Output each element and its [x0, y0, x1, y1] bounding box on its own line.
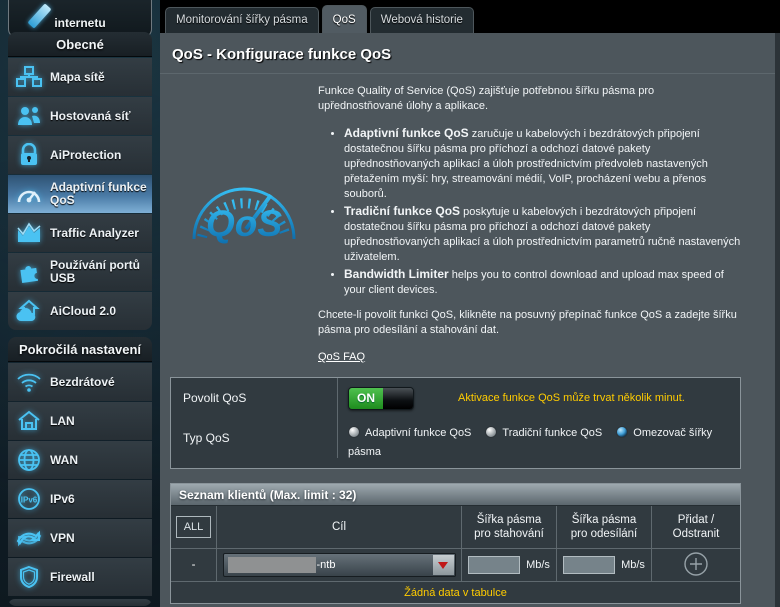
usb-puzzle-icon	[8, 260, 50, 284]
column-header-target: Cíl	[216, 506, 461, 548]
redacted-client-name	[227, 557, 316, 573]
bullet-adaptive-qos: Adaptivní funkce QoS zaručuje u kabelový…	[344, 126, 741, 202]
intro-paragraph-1: Funkce Quality of Service (QoS) zajišťuj…	[318, 85, 655, 112]
sidebar-item-label: Hostovaná síť	[50, 108, 131, 123]
sidebar-item-label: Mapa sítě	[50, 69, 105, 84]
sidebar-item-lan[interactable]: LAN	[8, 402, 152, 440]
enable-qos-label: Povolit QoS	[171, 378, 338, 418]
client-list-table: Seznam klientů (Max. limit : 32) ALL Cíl…	[170, 483, 741, 604]
sidebar-item-label: IPv6	[50, 491, 75, 506]
sidebar-section-general: Obecné Mapa sítě Hostovaná síť AiProtect…	[8, 32, 152, 330]
sidebar-item-label: Používání portů USB	[50, 258, 140, 285]
vpn-icon	[8, 527, 50, 549]
sidebar-item-firewall[interactable]: Firewall	[8, 558, 152, 596]
qos-logo: QoS	[170, 84, 318, 365]
sidebar-item-wireless[interactable]: Bezdrátové	[8, 363, 152, 401]
intro-text: Funkce Quality of Service (QoS) zajišťuj…	[318, 84, 741, 365]
quick-setup-label: internetu	[54, 16, 106, 30]
dropdown-arrow-icon[interactable]	[432, 555, 454, 575]
svg-text:IPv6: IPv6	[21, 496, 38, 505]
tab-bandwidth-monitor[interactable]: Monitorování šířky pásma	[165, 7, 319, 33]
sidebar-item-ipv6[interactable]: IPv6 IPv6	[8, 480, 152, 518]
sidebar-item-label: AiCloud 2.0	[50, 303, 117, 318]
tab-qos[interactable]: QoS	[321, 5, 367, 33]
row-index: -	[191, 559, 196, 571]
pencil-icon	[27, 3, 52, 29]
radio-bandwidth-limiter[interactable]	[616, 426, 629, 438]
client-entry-row: - -ntb Mb/s Mb/s	[171, 548, 740, 581]
upload-unit-label: Mb/s	[621, 559, 645, 571]
ipv6-globe-icon: IPv6	[8, 487, 50, 511]
content-panel: QoS - Konfigurace funkce QoS QoS Funkce …	[160, 33, 780, 607]
sidebar-item-label: AiProtection	[50, 147, 122, 162]
sidebar-item-traffic-analyzer[interactable]: Traffic Analyzer	[8, 214, 152, 252]
radio-adaptive-qos[interactable]	[348, 426, 360, 438]
column-header-upload: Šířka pásma pro odesílání	[556, 506, 651, 548]
bullet-bandwidth-limiter: Bandwidth Limiter helps you to control d…	[344, 267, 741, 298]
network-map-icon	[8, 65, 50, 89]
qos-logo-text: QoS	[206, 203, 282, 244]
guest-network-icon	[8, 104, 50, 128]
aicloud-icon	[8, 299, 50, 323]
qos-settings-panel: Povolit QoS ON Aktivace funkce QoS může …	[170, 377, 741, 469]
sidebar-item-label: Bezdrátové	[50, 374, 115, 389]
sidebar-item-label: Firewall	[50, 569, 95, 584]
sidebar-item-label: LAN	[50, 413, 75, 428]
radio-adaptive-qos-label[interactable]: Adaptivní funkce QoS	[365, 427, 471, 439]
download-bandwidth-input[interactable]	[468, 556, 521, 574]
tab-bar: Monitorování šířky pásma QoS Webová hist…	[160, 0, 780, 33]
activation-note: Aktivace funkce QoS může trvat několik m…	[458, 392, 685, 404]
column-header-add-remove: Přidat / Odstranit	[651, 506, 740, 548]
qos-faq-link[interactable]: QoS FAQ	[318, 351, 365, 363]
firewall-shield-icon	[8, 565, 50, 589]
bullet-traditional-qos: Tradiční funkce QoS poskytuje u kabelový…	[344, 204, 741, 265]
qos-type-options: Adaptivní funkce QoS Tradiční funkce QoS O…	[348, 424, 740, 462]
qos-toggle[interactable]: ON	[348, 386, 414, 410]
sidebar-item-guest-network[interactable]: Hostovaná síť	[8, 97, 152, 135]
qos-gauge-icon	[8, 183, 50, 205]
sidebar-item-next-partial[interactable]	[8, 599, 152, 606]
tab-web-history[interactable]: Webová historie	[369, 7, 474, 33]
toggle-knob[interactable]	[383, 387, 413, 409]
target-dropdown-value: -ntb	[316, 559, 336, 571]
qos-type-label: Typ QoS	[171, 418, 338, 458]
wifi-icon	[8, 371, 50, 393]
sidebar-item-label: Traffic Analyzer	[50, 225, 139, 240]
section-header-advanced: Pokročilá nastavení	[8, 337, 152, 362]
intro-bullets: Adaptivní funkce QoS zaručuje u kabelový…	[344, 126, 741, 298]
sidebar-section-advanced: Pokročilá nastavení Bezdrátové LAN WAN I…	[8, 337, 152, 606]
radio-traditional-qos-label[interactable]: Tradiční funkce QoS	[502, 427, 602, 439]
intro-paragraph-2: Chcete-li povolit funkci QoS, klikněte n…	[318, 309, 737, 336]
aiprotection-lock-icon	[8, 143, 50, 167]
sidebar-item-aicloud[interactable]: AiCloud 2.0	[8, 292, 152, 330]
sidebar-item-label: VPN	[50, 530, 75, 545]
client-list-title: Seznam klientů (Max. limit : 32)	[171, 484, 740, 506]
sidebar-item-label: Adaptivní funkce QoS	[50, 180, 147, 207]
column-header-download: Šířka pásma pro stahování	[461, 506, 556, 548]
lan-house-icon	[8, 409, 50, 433]
main-area: Monitorování šířky pásma QoS Webová hist…	[160, 0, 780, 607]
section-header-general: Obecné	[8, 32, 152, 57]
upload-bandwidth-input[interactable]	[563, 556, 616, 574]
target-dropdown[interactable]: -ntb	[222, 553, 456, 577]
sidebar-item-label: WAN	[50, 452, 78, 467]
sidebar-item-aiprotection[interactable]: AiProtection	[8, 136, 152, 174]
sidebar-item-vpn[interactable]: VPN	[8, 519, 152, 557]
sidebar: internetu Obecné Mapa sítě Hostovaná síť…	[0, 0, 160, 607]
select-all-button[interactable]: ALL	[175, 516, 212, 538]
client-list-header-row: ALL Cíl Šířka pásma pro stahování Šířka …	[171, 506, 740, 548]
add-client-icon[interactable]	[683, 551, 709, 580]
sidebar-item-usb-apps[interactable]: Používání portů USB	[8, 253, 152, 291]
sidebar-item-network-map[interactable]: Mapa sítě	[8, 58, 152, 96]
sidebar-item-adaptive-qos[interactable]: Adaptivní funkce QoS	[8, 175, 152, 213]
download-unit-label: Mb/s	[526, 559, 550, 571]
radio-traditional-qos[interactable]	[485, 426, 498, 438]
intro-section: QoS Funkce Quality of Service (QoS) zaji…	[160, 74, 775, 365]
toggle-on-label: ON	[349, 387, 383, 409]
wan-globe-icon	[8, 448, 50, 472]
page-title: QoS - Konfigurace funkce QoS	[160, 33, 775, 74]
empty-table-message: Žádná data v tabulce	[171, 581, 740, 603]
traffic-analyzer-icon	[8, 222, 50, 244]
sidebar-item-wan[interactable]: WAN	[8, 441, 152, 479]
